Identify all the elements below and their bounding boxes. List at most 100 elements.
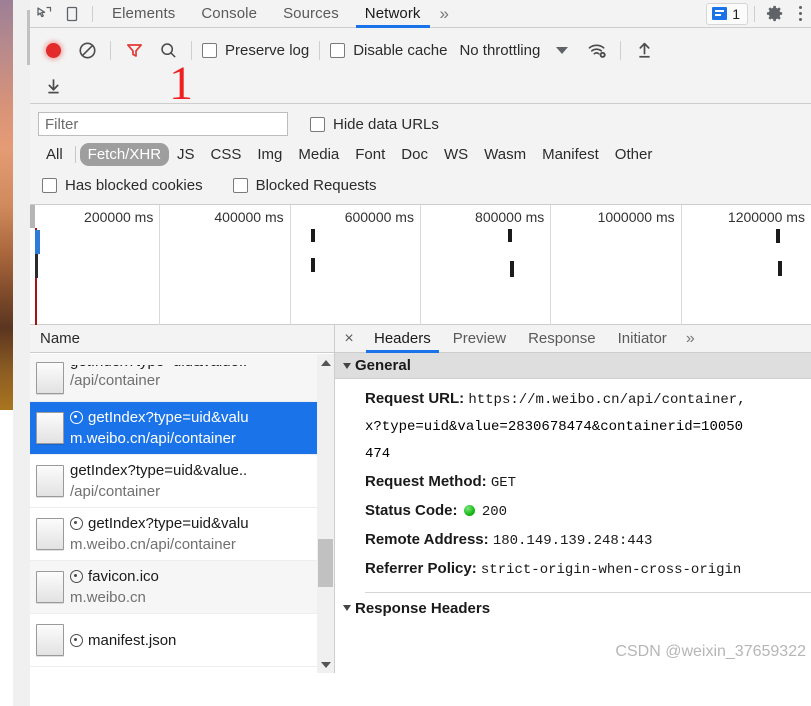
tab-console[interactable]: Console: [188, 0, 270, 28]
tab-sources[interactable]: Sources: [270, 0, 352, 28]
table-row[interactable]: favicon.ico m.weibo.cn: [30, 561, 334, 614]
request-row-text: manifest.json: [70, 630, 334, 651]
scrollbar-down-arrow[interactable]: [317, 656, 334, 673]
network-filter-bar: Hide data URLs All Fetch/XHR JS CSS Img …: [30, 104, 811, 205]
filter-type-media[interactable]: Media: [290, 143, 347, 166]
overview-request-mark: [311, 258, 316, 272]
clear-button[interactable]: [70, 34, 104, 66]
filter-type-doc[interactable]: Doc: [393, 143, 436, 166]
import-har-button[interactable]: [627, 34, 661, 66]
response-headers-section-header[interactable]: Response Headers: [335, 593, 811, 623]
disable-cache-label: Disable cache: [353, 41, 448, 59]
tab-network[interactable]: Network: [352, 0, 434, 28]
inspect-element-icon[interactable]: [30, 1, 58, 27]
filter-input[interactable]: [38, 112, 288, 136]
request-url-value-line1: https://m.weibo.cn/api/container,: [468, 392, 746, 408]
overview-request-mark: [778, 261, 783, 276]
filter-type-js[interactable]: JS: [169, 143, 203, 166]
has-blocked-cookies-checkbox[interactable]: Has blocked cookies: [38, 177, 207, 194]
page-scrollbar-track[interactable]: [13, 0, 42, 706]
tab-elements[interactable]: Elements: [99, 0, 188, 28]
scrollbar-thumb[interactable]: [318, 539, 333, 587]
has-blocked-cookies-box[interactable]: [42, 177, 57, 193]
request-list[interactable]: getIndex?type=uid&value.. /api/container…: [30, 354, 334, 673]
device-toolbar-icon[interactable]: [58, 1, 86, 27]
request-path: /api/container: [70, 371, 161, 389]
blocked-requests-label: Blocked Requests: [255, 176, 377, 194]
request-name: getIndex?type=uid&value..: [70, 462, 248, 479]
referrer-policy-value: strict-origin-when-cross-origin: [480, 562, 742, 578]
network-conditions-button[interactable]: [580, 34, 614, 66]
remote-address-value: 180.149.139.248:443: [492, 533, 653, 549]
tab-preview[interactable]: Preview: [442, 325, 517, 353]
general-section-header[interactable]: General: [335, 353, 811, 379]
disable-cache-box[interactable]: [330, 42, 346, 58]
preserve-log-box[interactable]: [202, 42, 217, 58]
close-icon[interactable]: ×: [335, 325, 363, 353]
filter-button[interactable]: [117, 34, 151, 66]
filter-type-img[interactable]: Img: [249, 143, 290, 166]
overview-black-request-bar: [35, 254, 38, 278]
overview-ruler: 200000 ms 400000 ms 600000 ms 800000 ms …: [30, 205, 811, 325]
request-path: m.weibo.cn: [70, 589, 146, 606]
filter-type-all[interactable]: All: [38, 143, 71, 166]
more-detail-tabs-icon[interactable]: »: [678, 330, 703, 348]
overview-tick-cell: 200000 ms: [30, 205, 161, 325]
scrollbar-up-arrow[interactable]: [317, 354, 334, 371]
request-pending-icon: [70, 517, 83, 530]
filter-type-fetch-xhr[interactable]: Fetch/XHR: [79, 142, 170, 166]
devtools-panel: Elements Console Sources Network » 1 1 P…: [30, 0, 811, 706]
overview-tick-label: 800000 ms: [475, 209, 545, 225]
overview-tick-label: 1200000 ms: [727, 209, 805, 225]
tabstrip-right-group: 1: [706, 0, 811, 28]
request-url-row: Request URL: https://m.weibo.cn/api/cont…: [365, 385, 811, 414]
hide-data-urls-checkbox[interactable]: Hide data URLs: [310, 116, 439, 133]
filter-type-manifest[interactable]: Manifest: [534, 143, 607, 166]
filter-type-font[interactable]: Font: [347, 143, 393, 166]
request-path: /api/container: [70, 483, 161, 500]
message-count-badge[interactable]: 1: [706, 2, 748, 25]
request-method-key: Request Method:: [365, 473, 487, 490]
filter-type-other[interactable]: Other: [607, 143, 661, 166]
blocked-requests-box[interactable]: [232, 177, 248, 193]
gear-icon[interactable]: [761, 1, 789, 27]
tab-initiator[interactable]: Initiator: [607, 325, 678, 353]
filter-type-wasm[interactable]: Wasm: [476, 143, 534, 166]
request-type-icon: [36, 518, 64, 550]
record-button[interactable]: [36, 34, 70, 66]
disable-cache-checkbox[interactable]: Disable cache: [326, 42, 451, 59]
filter-type-divider: [74, 145, 76, 163]
table-row[interactable]: getIndex?type=uid&value.. /api/container: [30, 354, 334, 402]
export-har-button[interactable]: [36, 70, 70, 102]
request-list-scrollbar[interactable]: [317, 354, 334, 673]
toolbar-row-1: Preserve log Disable cache No throttling: [30, 31, 811, 69]
tab-response[interactable]: Response: [517, 325, 607, 353]
request-row-text: getIndex?type=uid&value.. /api/container: [70, 460, 334, 502]
hide-data-urls-box[interactable]: [310, 116, 325, 132]
table-row[interactable]: getIndex?type=uid&value.. /api/container: [30, 455, 334, 508]
overview-tick-label: 600000 ms: [344, 209, 414, 225]
watermark: CSDN @weixin_37659322: [615, 643, 806, 660]
table-row[interactable]: getIndex?type=uid&valu m.weibo.cn/api/co…: [30, 508, 334, 561]
overview-tick-label: 400000 ms: [214, 209, 284, 225]
blocked-requests-checkbox[interactable]: Blocked Requests: [229, 177, 381, 194]
request-list-column-header[interactable]: Name: [30, 325, 334, 353]
tab-headers[interactable]: Headers: [363, 325, 442, 353]
filter-type-css[interactable]: CSS: [203, 143, 250, 166]
wifi-gear-icon: [588, 44, 606, 58]
preserve-log-checkbox[interactable]: Preserve log: [198, 42, 313, 59]
table-row[interactable]: getIndex?type=uid&valu m.weibo.cn/api/co…: [30, 402, 334, 455]
more-tabs-icon[interactable]: »: [434, 4, 455, 24]
message-count: 1: [732, 5, 740, 22]
network-overview-timeline[interactable]: 200000 ms 400000 ms 600000 ms 800000 ms …: [30, 205, 811, 325]
kebab-menu-icon[interactable]: [789, 6, 811, 21]
overview-request-mark: [311, 229, 316, 242]
toolbar-divider-1: [110, 40, 111, 60]
request-type-icon: [36, 412, 64, 444]
detail-tabstrip: × Headers Preview Response Initiator »: [335, 325, 811, 353]
chevron-down-icon[interactable]: [556, 46, 569, 54]
table-row[interactable]: manifest.json: [30, 614, 334, 667]
filter-type-ws[interactable]: WS: [436, 143, 476, 166]
throttling-select-value[interactable]: No throttling: [459, 42, 540, 59]
remote-address-row: Remote Address: 180.149.139.248:443: [365, 526, 811, 555]
